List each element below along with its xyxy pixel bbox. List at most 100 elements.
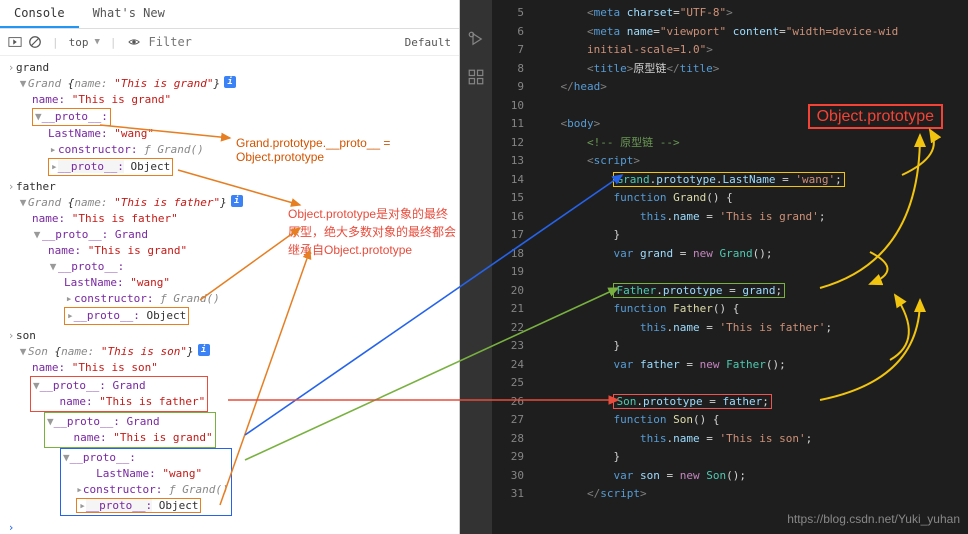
prop-value: "This is grand" [72,92,171,108]
context-dropdown[interactable]: top [69,36,89,49]
console-input: father [16,179,56,195]
prop-proto: __proto__: Grand [42,227,148,243]
annotation-orange: Grand.prototype.__proto__ = Object.proto… [236,136,459,164]
chevron-down-icon[interactable]: ▼ [48,259,58,275]
line-number: 21 [492,300,524,319]
line-number: 5 [492,4,524,23]
chevron-down-icon[interactable]: ▼ [63,451,70,464]
devtools-panel: Console What's New | top ▼ | Default ›gr… [0,0,460,534]
line-number: 8 [492,60,524,79]
tab-console[interactable]: Console [0,0,79,28]
line-number: 30 [492,467,524,486]
chevron-right-icon[interactable]: ▸ [51,160,58,173]
object-header[interactable]: Grand {name: "This is father"} [28,195,227,211]
proto-box-blue: ▼__proto__: LastName: "wang" ▸constructo… [60,448,232,516]
line-number: 22 [492,319,524,338]
prop-name: name: [32,360,65,376]
prop-name: constructor: [58,142,137,158]
chevron-right-icon[interactable]: › [6,179,16,195]
chevron-right-icon[interactable]: ▸ [67,309,74,322]
code-area[interactable]: Object.prototype <meta charset="UTF-8"> … [534,0,968,534]
chevron-down-icon[interactable]: ▼ [47,415,54,428]
prompt-icon[interactable]: › [6,520,16,530]
prop-value: ƒ Grand() [144,142,204,158]
chevron-down-icon[interactable]: ▼ [33,379,40,392]
line-number: 12 [492,134,524,153]
line-number: 15 [492,189,524,208]
line-gutter: 5678910111213141516171819202122232425262… [492,0,534,534]
prop-name: LastName: [64,275,124,291]
eye-icon[interactable] [127,35,141,49]
annotation-red: Object.prototype是对象的最终原型，绝大多数对象的最终都会继承自O… [288,205,458,259]
line-number: 25 [492,374,524,393]
line-number: 11 [492,115,524,134]
line-number: 26 [492,393,524,412]
proto-box-red: ▼__proto__: Grand name: "This is father" [30,376,208,412]
line-number: 24 [492,356,524,375]
filter-input[interactable] [147,33,399,51]
prop-value: "This is grand" [88,243,187,259]
proto-box: ▸__proto__: Object [64,307,189,325]
line-number: 19 [492,263,524,282]
line-number: 27 [492,411,524,430]
console-input: grand [16,60,49,76]
chevron-down-icon[interactable]: ▼ [18,195,28,211]
console-output: ›grand ▼Grand {name: "This is grand"}i n… [0,56,459,530]
chevron-down-icon[interactable]: ▼ [32,227,42,243]
prop-value: "This is father" [72,211,178,227]
prop-value: ƒ Grand() [160,291,220,307]
object-header[interactable]: Grand {name: "This is grand"} [28,76,220,92]
line-number: 18 [492,245,524,264]
watermark: https://blog.csdn.net/Yuki_yuhan [787,510,960,529]
prop-value: "This is son" [72,360,158,376]
separator: | [110,36,117,49]
chevron-right-icon[interactable]: ▸ [64,291,74,307]
line-number: 9 [492,78,524,97]
prop-proto: __proto__: [58,259,124,275]
prop-name: constructor: [74,291,153,307]
info-icon[interactable]: i [198,344,210,356]
line-number: 13 [492,152,524,171]
prop-value: "wang" [114,126,154,142]
line-number: 29 [492,448,524,467]
prop-name: LastName: [48,126,108,142]
prop-value: "wang" [130,275,170,291]
extensions-icon[interactable] [467,68,485,86]
prop-name: name: [32,211,65,227]
proto-box: ▼__proto__: [32,108,111,126]
chevron-down-icon: ▼ [95,37,100,47]
chevron-down-icon[interactable]: ▼ [18,76,28,92]
chevron-right-icon[interactable]: › [6,328,16,344]
devtools-tabs: Console What's New [0,0,459,29]
chevron-right-icon[interactable]: › [6,60,16,76]
proto-box: ▸__proto__: Object [48,158,173,176]
debug-icon[interactable] [467,30,485,48]
prop-name: name: [32,92,65,108]
info-icon[interactable]: i [231,195,243,207]
line-number: 7 [492,41,524,60]
line-number: 10 [492,97,524,116]
chevron-right-icon[interactable]: ▸ [48,142,58,158]
heading-red-box: Object.prototype [811,108,940,128]
clear-icon[interactable] [28,35,42,49]
prop-name: name: [48,243,81,259]
console-toolbar: | top ▼ | Default [0,29,459,56]
line-number: 16 [492,208,524,227]
chevron-down-icon[interactable]: ▼ [18,344,28,360]
line-number: 31 [492,485,524,504]
console-input: son [16,328,36,344]
line-number: 14 [492,171,524,190]
activity-bar [460,0,492,534]
line-number: 17 [492,226,524,245]
levels-dropdown[interactable]: Default [405,36,451,49]
play-icon[interactable] [8,35,22,49]
chevron-down-icon[interactable]: ▼ [35,110,42,123]
object-header[interactable]: Son {name: "This is son"} [28,344,194,360]
line-number: 20 [492,282,524,301]
info-icon[interactable]: i [224,76,236,88]
line-number: 28 [492,430,524,449]
tab-whatsnew[interactable]: What's New [79,0,179,28]
line-number: 6 [492,23,524,42]
separator: | [52,36,59,49]
editor-panel: 5678910111213141516171819202122232425262… [460,0,968,534]
